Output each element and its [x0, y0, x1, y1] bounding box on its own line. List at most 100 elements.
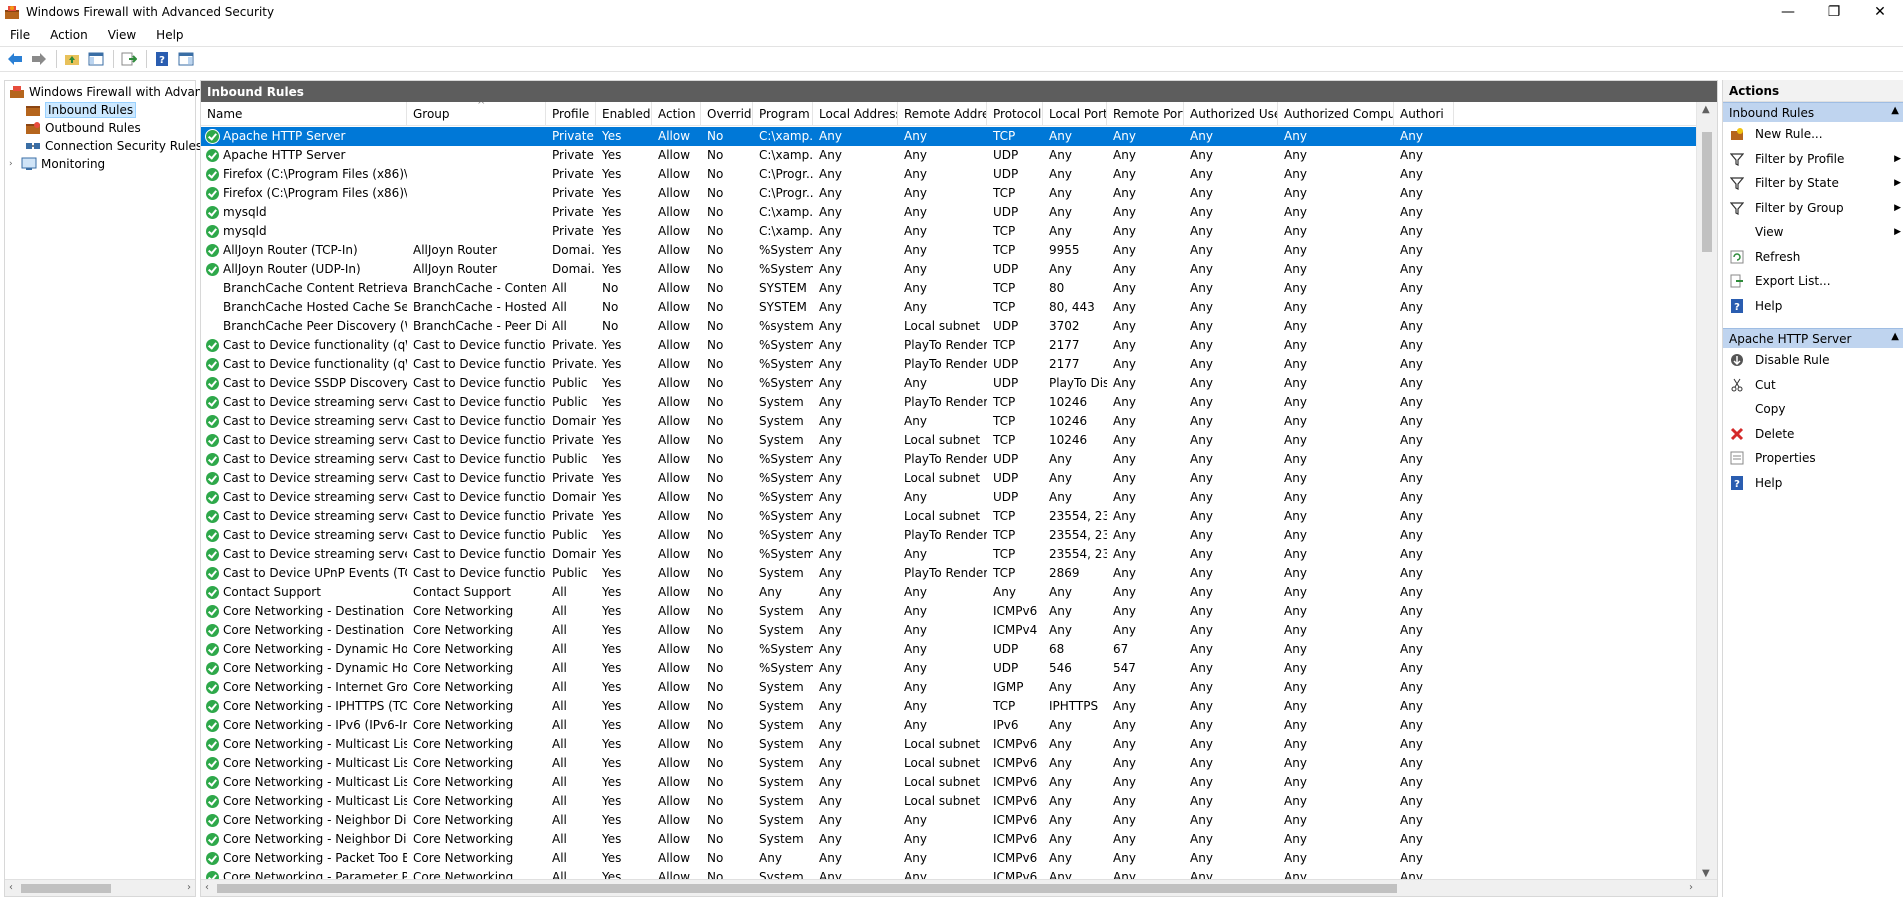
- rule-row[interactable]: Apache HTTP Server Private Yes Allow No C:\xa…: [201, 146, 1698, 165]
- horizontal-scrollbar[interactable]: ‹ ›: [201, 879, 1717, 896]
- rule-row[interactable]: Core Networking - IPHTTPS (TCP-In) Core N…: [201, 697, 1698, 716]
- action-cut[interactable]: Cut: [1723, 373, 1903, 398]
- column-header-remote-address[interactable]: Remote Address: [898, 102, 987, 126]
- rule-row[interactable]: Firefox (C:\Program Files (x86)\Mozilla …: [201, 184, 1698, 203]
- rule-row[interactable]: BranchCache Peer Discovery (WSD-In) Branc…: [201, 317, 1698, 336]
- scroll-thumb[interactable]: [21, 884, 111, 893]
- column-header-authorized-computers[interactable]: Authorized Computers: [1278, 102, 1394, 126]
- menu-action[interactable]: Action: [40, 28, 98, 42]
- column-header-group[interactable]: Group ^: [407, 102, 546, 126]
- expand-chevron-icon[interactable]: ›: [9, 159, 21, 169]
- vertical-scrollbar[interactable]: ▲ ▼: [1696, 102, 1717, 881]
- column-header-enabled[interactable]: Enabled: [596, 102, 652, 126]
- rule-row[interactable]: Cast to Device functionality (qWave-TCP.…: [201, 336, 1698, 355]
- show-hide-tree-icon[interactable]: [85, 49, 107, 69]
- rule-row[interactable]: Core Networking - Neighbor Discovery S..…: [201, 830, 1698, 849]
- collapse-caret-icon[interactable]: ▲: [1891, 331, 1899, 342]
- rule-row[interactable]: Cast to Device streaming server (RTSP-St…: [201, 545, 1698, 564]
- tree-horizontal-scrollbar[interactable]: ‹ ›: [5, 879, 195, 896]
- column-header-local-port[interactable]: Local Port: [1043, 102, 1107, 126]
- scroll-down-icon[interactable]: ▼: [1702, 868, 1710, 879]
- rule-row[interactable]: Cast to Device SSDP Discovery (UDP-In) Ca…: [201, 374, 1698, 393]
- export-list-icon[interactable]: [118, 49, 140, 69]
- scroll-left-icon[interactable]: ‹: [205, 882, 209, 893]
- rule-row[interactable]: Cast to Device streaming server (RTSP-St…: [201, 507, 1698, 526]
- column-header-profile[interactable]: Profile: [546, 102, 596, 126]
- rule-row[interactable]: Cast to Device streaming server (RTSP-St…: [201, 526, 1698, 545]
- restore-button[interactable]: ❐: [1811, 0, 1857, 24]
- help-icon[interactable]: ?: [151, 49, 173, 69]
- action-export-list[interactable]: Export List...: [1723, 269, 1903, 294]
- rule-row[interactable]: Core Networking - Dynamic Host Config...…: [201, 640, 1698, 659]
- tree-item-monitoring[interactable]: › Monitoring: [9, 155, 105, 173]
- rule-row[interactable]: Core Networking - Multicast Listener Rep…: [201, 773, 1698, 792]
- action-view[interactable]: View ▶: [1723, 220, 1903, 245]
- rule-row[interactable]: Core Networking - Multicast Listener Rep…: [201, 792, 1698, 811]
- action-help[interactable]: ? Help: [1723, 294, 1903, 319]
- column-header-local-address[interactable]: Local Address: [813, 102, 898, 126]
- close-button[interactable]: ✕: [1857, 0, 1903, 24]
- actions-section-header[interactable]: Apache HTTP Server ▲: [1723, 328, 1903, 348]
- rule-row[interactable]: mysqld Private Yes Allow No C:\xamp... Any Any T…: [201, 222, 1698, 241]
- menu-help[interactable]: Help: [146, 28, 193, 42]
- scroll-up-icon[interactable]: ▲: [1702, 104, 1710, 115]
- action-properties[interactable]: Properties: [1723, 446, 1903, 471]
- action-new-rule[interactable]: New Rule...: [1723, 122, 1903, 147]
- rule-row[interactable]: Cast to Device streaming server (RTCP-St…: [201, 469, 1698, 488]
- column-header-authorized-users[interactable]: Authorized Users: [1184, 102, 1278, 126]
- action-delete[interactable]: Delete: [1723, 422, 1903, 447]
- up-folder-icon[interactable]: [61, 49, 83, 69]
- forward-icon[interactable]: [28, 49, 50, 69]
- back-icon[interactable]: [4, 49, 26, 69]
- menu-view[interactable]: View: [98, 28, 146, 42]
- scroll-left-icon[interactable]: ‹: [9, 882, 13, 893]
- rule-row[interactable]: Firefox (C:\Program Files (x86)\Mozilla …: [201, 165, 1698, 184]
- show-hide-action-pane-icon[interactable]: [175, 49, 197, 69]
- rule-row[interactable]: Core Networking - Destination Unreacha..…: [201, 621, 1698, 640]
- action-filter-by-state[interactable]: Filter by State ▶: [1723, 171, 1903, 196]
- action-filter-by-profile[interactable]: Filter by Profile ▶: [1723, 147, 1903, 172]
- action-filter-by-group[interactable]: Filter by Group ▶: [1723, 196, 1903, 221]
- rule-row[interactable]: Contact Support Contact Support All Yes Allo…: [201, 583, 1698, 602]
- rule-row[interactable]: Cast to Device functionality (qWave-UDP.…: [201, 355, 1698, 374]
- column-header-action[interactable]: Action: [652, 102, 701, 126]
- actions-section-header[interactable]: Inbound Rules ▲: [1723, 102, 1903, 122]
- tree-item-inbound-rules[interactable]: Inbound Rules: [25, 101, 137, 119]
- rule-row[interactable]: Core Networking - Packet Too Big (ICMP..…: [201, 849, 1698, 868]
- scroll-right-icon[interactable]: ›: [1689, 882, 1693, 893]
- rule-row[interactable]: Core Networking - IPv6 (IPv6-In) Core Net…: [201, 716, 1698, 735]
- rule-row[interactable]: BranchCache Content Retrieval (HTTP-In) B…: [201, 279, 1698, 298]
- rule-row[interactable]: Cast to Device streaming server (HTTP-St…: [201, 393, 1698, 412]
- column-header-override[interactable]: Override: [701, 102, 753, 126]
- collapse-caret-icon[interactable]: ▲: [1891, 105, 1899, 116]
- rule-row[interactable]: AllJoyn Router (UDP-In) AllJoyn Router Dom…: [201, 260, 1698, 279]
- tree-item-outbound-rules[interactable]: Outbound Rules: [25, 119, 141, 137]
- column-header-name[interactable]: Name: [201, 102, 407, 126]
- rule-row[interactable]: Apache HTTP Server Private Yes Allow No C:\xa…: [201, 127, 1698, 146]
- rule-row[interactable]: Core Networking - Dynamic Host Config...…: [201, 659, 1698, 678]
- scroll-thumb[interactable]: [217, 884, 1397, 893]
- column-header-protocol[interactable]: Protocol: [987, 102, 1043, 126]
- column-header-authori[interactable]: Authori: [1394, 102, 1454, 126]
- rule-row[interactable]: Core Networking - Internet Group Mana...…: [201, 678, 1698, 697]
- rule-row[interactable]: Cast to Device streaming server (RTCP-St…: [201, 450, 1698, 469]
- rule-row[interactable]: Core Networking - Destination Unreacha..…: [201, 602, 1698, 621]
- rule-row[interactable]: Cast to Device UPnP Events (TCP-In) Cast …: [201, 564, 1698, 583]
- tree-root[interactable]: Windows Firewall with Advance: [9, 83, 216, 101]
- rule-row[interactable]: Core Networking - Multicast Listener Do.…: [201, 735, 1698, 754]
- minimize-button[interactable]: —: [1765, 0, 1811, 24]
- action-copy[interactable]: Copy: [1723, 397, 1903, 422]
- scroll-thumb[interactable]: [1702, 132, 1712, 252]
- column-header-remote-port[interactable]: Remote Port: [1107, 102, 1184, 126]
- rule-row[interactable]: Cast to Device streaming server (RTCP-St…: [201, 488, 1698, 507]
- rule-row[interactable]: Core Networking - Neighbor Discovery A..…: [201, 811, 1698, 830]
- action-refresh[interactable]: Refresh: [1723, 245, 1903, 270]
- rule-row[interactable]: Cast to Device streaming server (HTTP-St…: [201, 412, 1698, 431]
- rule-row[interactable]: mysqld Private Yes Allow No C:\xamp... Any Any U…: [201, 203, 1698, 222]
- rule-row[interactable]: Core Networking - Multicast Listener Qu.…: [201, 754, 1698, 773]
- tree-item-connection-security-rules[interactable]: Connection Security Rules: [25, 137, 202, 155]
- action-disable-rule[interactable]: Disable Rule: [1723, 348, 1903, 373]
- rule-row[interactable]: AllJoyn Router (TCP-In) AllJoyn Router Dom…: [201, 241, 1698, 260]
- rule-row[interactable]: Cast to Device streaming server (HTTP-St…: [201, 431, 1698, 450]
- rule-row[interactable]: BranchCache Hosted Cache Server (HTT... B…: [201, 298, 1698, 317]
